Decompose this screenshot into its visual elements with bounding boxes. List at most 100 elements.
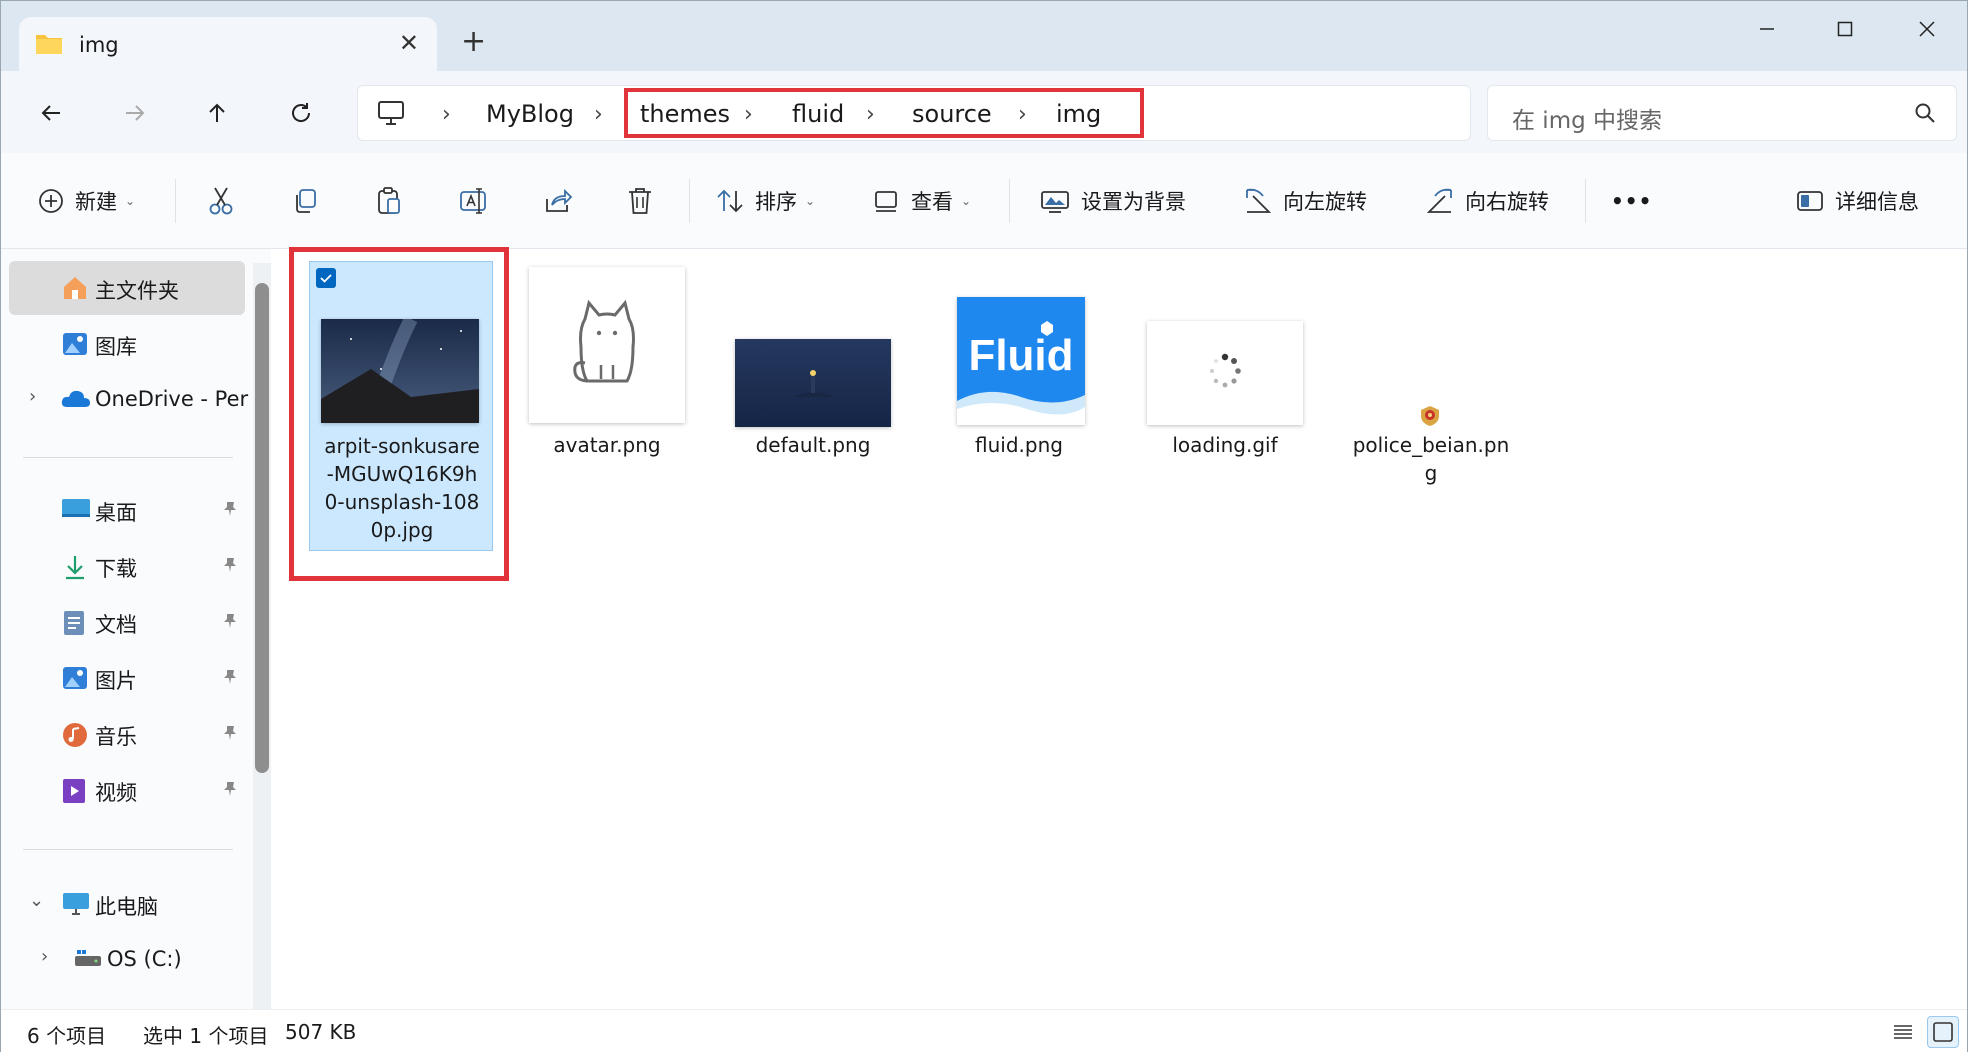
chevron-down-icon: ⌄ <box>125 194 136 208</box>
share-button[interactable] <box>543 181 573 221</box>
sidebar-item-label: 此电脑 <box>95 895 158 919</box>
up-button[interactable] <box>197 93 237 133</box>
minimize-button[interactable] <box>1727 11 1807 47</box>
drive-icon <box>73 947 103 974</box>
details-pane-button[interactable]: 详细信息 <box>1795 181 1919 221</box>
sidebar-item-pictures[interactable]: 图片 <box>9 651 245 705</box>
sort-label: 排序 <box>755 190 797 214</box>
sidebar-item-label: 下载 <box>95 557 137 581</box>
view-button[interactable]: 查看 ⌄ <box>873 181 971 221</box>
address-bar[interactable]: › MyBlog › themes › fluid › source › img <box>357 85 1471 141</box>
maximize-button[interactable] <box>1805 11 1885 47</box>
file-item[interactable]: loading.gif <box>1133 261 1317 457</box>
sidebar-item-label: 文档 <box>95 613 137 637</box>
sidebar-item-documents[interactable]: 文档 <box>9 595 245 649</box>
status-bar: 6 个项目 选中 1 个项目 507 KB <box>1 1009 1967 1052</box>
sidebar-item-downloads[interactable]: 下载 <box>9 539 245 593</box>
rotate-right-label: 向右旋转 <box>1465 190 1549 214</box>
new-label: 新建 <box>75 190 117 214</box>
details-pane-icon <box>1797 191 1823 211</box>
folder-icon <box>35 31 63 59</box>
sidebar-item-videos[interactable]: 视频 <box>9 763 245 817</box>
pictures-icon <box>61 665 89 696</box>
plus-circle-icon <box>39 189 63 213</box>
pin-icon[interactable] <box>221 779 239 803</box>
chevron-right-icon[interactable]: › <box>442 102 451 127</box>
close-button[interactable] <box>1887 11 1967 47</box>
details-view-icon[interactable] <box>1891 1020 1915 1048</box>
paste-button[interactable] <box>375 181 403 221</box>
file-explorer-window: img ✕ + › MyBlog › themes › fluid › sour… <box>0 0 1968 1052</box>
tab-label: img <box>79 33 119 57</box>
chevron-right-icon[interactable]: › <box>594 102 603 127</box>
sidebar-item-label: 桌面 <box>95 501 137 525</box>
back-button[interactable] <box>31 93 71 133</box>
tab-img[interactable]: img ✕ <box>19 17 437 73</box>
navigation-bar: › MyBlog › themes › fluid › source › img… <box>1 71 1967 153</box>
file-item[interactable]: police_beian.pn g <box>1339 261 1523 485</box>
pin-icon[interactable] <box>221 667 239 691</box>
tab-close-icon[interactable]: ✕ <box>399 29 419 57</box>
file-name: default.png <box>755 433 871 457</box>
search-box[interactable]: 在 img 中搜索 <box>1487 85 1957 141</box>
title-bar: img ✕ + <box>1 1 1967 73</box>
chevron-right-icon[interactable]: › <box>29 386 36 407</box>
file-thumbnail: Fluid <box>957 297 1085 425</box>
sidebar-item-label: 视频 <box>95 781 137 805</box>
sidebar-item-home[interactable]: 主文件夹 <box>9 261 245 315</box>
sidebar-item-music[interactable]: 音乐 <box>9 707 245 761</box>
breadcrumb-myblog[interactable]: MyBlog <box>486 100 574 128</box>
rotate-left-button[interactable]: 向左旋转 <box>1243 181 1367 221</box>
delete-button[interactable] <box>627 181 653 221</box>
file-thumbnail <box>529 267 685 423</box>
sidebar-item-this-pc[interactable]: ⌄ 此电脑 <box>9 877 245 931</box>
pin-icon[interactable] <box>221 611 239 635</box>
selected-file-highlight-box <box>289 247 509 581</box>
search-icon[interactable] <box>1914 102 1936 128</box>
cat-avatar-image <box>573 299 635 383</box>
onedrive-icon <box>61 387 91 414</box>
chevron-down-icon: ⌄ <box>805 194 816 208</box>
sidebar-item-label: OS (C:) <box>107 947 182 971</box>
set-as-background-button[interactable]: 设置为背景 <box>1039 181 1186 221</box>
selection-count: 选中 1 个项目 <box>143 1024 269 1048</box>
documents-icon <box>61 609 87 642</box>
chevron-down-icon[interactable]: ⌄ <box>29 890 44 911</box>
refresh-button[interactable] <box>281 93 321 133</box>
sidebar-item-desktop[interactable]: 桌面 <box>9 483 245 537</box>
divider <box>23 849 233 850</box>
file-item[interactable]: default.png <box>721 261 905 457</box>
sidebar-item-gallery[interactable]: 图库 <box>9 317 245 371</box>
chevron-right-icon[interactable]: › <box>41 946 48 967</box>
new-button[interactable]: 新建 ⌄ <box>37 181 135 221</box>
police-badge-icon <box>1419 405 1441 427</box>
pin-icon[interactable] <box>221 723 239 747</box>
path-highlight-box <box>624 88 1144 138</box>
file-name: avatar.png <box>553 433 661 457</box>
large-icons-view-icon[interactable] <box>1927 1016 1959 1048</box>
file-item[interactable]: avatar.png <box>515 261 699 457</box>
sidebar-item-onedrive[interactable]: › OneDrive - Per <box>9 373 248 427</box>
sort-icon <box>717 189 743 213</box>
rotate-right-button[interactable]: 向右旋转 <box>1425 181 1549 221</box>
new-tab-button[interactable]: + <box>461 27 486 57</box>
download-icon <box>61 553 89 586</box>
sidebar-scrollbar-thumb[interactable] <box>255 283 269 773</box>
rename-button[interactable] <box>459 181 489 221</box>
cut-button[interactable] <box>207 181 235 221</box>
pin-icon[interactable] <box>221 555 239 579</box>
pc-icon[interactable] <box>376 98 406 132</box>
file-list[interactable]: arpit-sonkusare -MGUwQ16K9h 0-unsplash-1… <box>273 249 1967 1009</box>
sidebar-item-os-c[interactable]: › OS (C:) <box>21 933 257 987</box>
sort-button[interactable]: 排序 ⌄ <box>715 181 815 221</box>
home-icon <box>61 275 89 306</box>
file-name-line: police_beian.pn <box>1352 433 1510 457</box>
sidebar-item-label: 图片 <box>95 669 137 693</box>
forward-button[interactable] <box>115 93 155 133</box>
fluid-logo-text: Fluid <box>968 331 1074 380</box>
file-item[interactable]: Fluid fluid.png <box>927 261 1111 457</box>
copy-icon <box>296 189 316 213</box>
more-options-button[interactable]: ••• <box>1611 181 1652 221</box>
copy-button[interactable] <box>291 181 319 221</box>
pin-icon[interactable] <box>221 499 239 523</box>
